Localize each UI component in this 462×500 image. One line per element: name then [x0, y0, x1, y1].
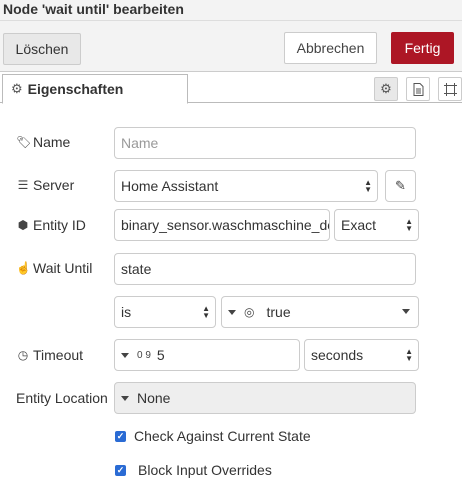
- name-input[interactable]: Name: [114, 127, 416, 159]
- done-button[interactable]: Fertig: [391, 32, 454, 64]
- timeout-units-select[interactable]: seconds ▲ ▼: [304, 339, 419, 371]
- tab-bar: ⚙ Eigenschaften ⚙: [0, 72, 462, 104]
- wait-until-label: Wait Until: [33, 260, 93, 276]
- compare-value-typed-input[interactable]: ◎ true: [221, 296, 419, 328]
- check-current-state-row[interactable]: ✓ Check Against Current State: [115, 428, 311, 444]
- chevron-down-icon[interactable]: [402, 309, 410, 314]
- block-input-overrides-row[interactable]: ✓ Block Input Overrides: [115, 462, 272, 478]
- timeout-value: 5: [156, 347, 165, 363]
- type-dropdown-caret-icon[interactable]: [121, 352, 129, 358]
- type-dropdown-caret-icon[interactable]: [121, 395, 129, 401]
- block-input-overrides-checkbox[interactable]: ✓: [115, 464, 126, 476]
- tab-properties-label: Eigenschaften: [27, 81, 124, 97]
- settings-tab-button[interactable]: ⚙: [374, 77, 398, 101]
- select-arrows-icon: ▲ ▼: [364, 178, 372, 194]
- entity-location-typed-input[interactable]: None: [114, 382, 416, 414]
- entity-location-label-row: Entity Location: [16, 390, 108, 406]
- delete-button[interactable]: Löschen: [3, 33, 81, 65]
- document-icon: [413, 82, 423, 96]
- block-input-overrides-label: Block Input Overrides: [138, 462, 272, 478]
- compare-value: true: [266, 304, 291, 320]
- server-select-value: Home Assistant: [121, 178, 219, 194]
- select-arrows-icon: ▲ ▼: [405, 217, 413, 233]
- cube-icon: ⬢: [17, 218, 29, 232]
- dialog-toolbar: Löschen Abbrechen Fertig: [0, 21, 462, 72]
- tag-icon: 🏷: [16, 135, 32, 149]
- entity-id-label: Entity ID: [33, 217, 86, 233]
- entity-location-value: None: [137, 390, 171, 406]
- server-edit-button[interactable]: ✎: [385, 170, 416, 202]
- timeout-label-row: ◷ Timeout: [16, 347, 83, 363]
- pencil-icon: ✎: [395, 178, 406, 193]
- check-current-state-checkbox[interactable]: ✓: [115, 430, 126, 442]
- server-label-row: ☰ Server: [16, 177, 75, 193]
- description-tab-button[interactable]: [406, 77, 430, 101]
- clock-icon: ◷: [17, 348, 29, 362]
- frame-icon: [443, 82, 457, 96]
- dialog-titlebar: Node 'wait until' bearbeiten: [0, 0, 462, 21]
- wait-until-input[interactable]: state: [114, 253, 416, 285]
- name-label-row: 🏷 Name: [16, 134, 70, 150]
- tab-properties[interactable]: ⚙ Eigenschaften: [2, 74, 188, 104]
- entity-id-label-row: ⬢ Entity ID: [16, 217, 86, 233]
- timeout-label: Timeout: [33, 347, 84, 363]
- name-label: Name: [33, 134, 71, 150]
- gear-icon: ⚙: [11, 81, 23, 96]
- entity-match-value: Exact: [341, 217, 377, 233]
- timeout-units-value: seconds: [311, 347, 364, 363]
- select-arrows-icon: ▲ ▼: [202, 304, 210, 320]
- gear-icon: ⚙: [380, 81, 392, 96]
- operator-select[interactable]: is ▲ ▼: [114, 296, 216, 328]
- hand-icon: ☝: [16, 261, 31, 275]
- entity-location-label: Entity Location: [16, 390, 108, 406]
- entity-match-select[interactable]: Exact ▲ ▼: [334, 209, 419, 241]
- appearance-tab-button[interactable]: [438, 77, 462, 101]
- server-icon: ☰: [17, 178, 29, 192]
- cancel-button[interactable]: Abbrechen: [284, 32, 377, 64]
- select-arrows-icon: ▲ ▼: [405, 347, 413, 363]
- server-label: Server: [33, 177, 75, 193]
- check-current-state-label: Check Against Current State: [134, 428, 311, 444]
- dialog-title: Node 'wait until' bearbeiten: [3, 1, 184, 17]
- server-select[interactable]: Home Assistant ▲ ▼: [114, 170, 378, 202]
- type-dropdown-caret-icon[interactable]: [228, 309, 236, 315]
- timeout-typed-input[interactable]: 0 9 5: [114, 339, 300, 371]
- entity-id-input[interactable]: binary_sensor.waschmaschine_doc: [114, 209, 330, 241]
- operator-value: is: [121, 304, 132, 320]
- wait-until-label-row: ☝ Wait Until: [16, 260, 92, 276]
- number-type-icon: 0 9: [137, 349, 151, 361]
- toggle-icon: ◎: [244, 305, 255, 319]
